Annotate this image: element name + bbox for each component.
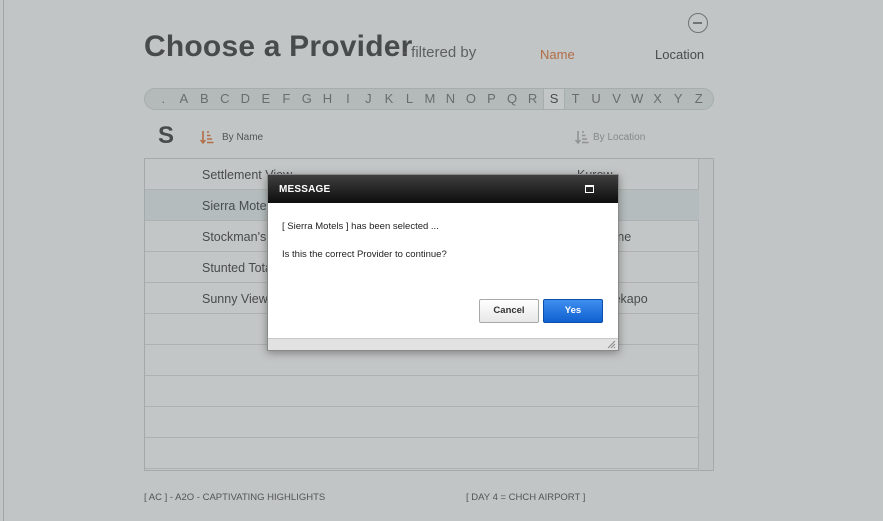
cancel-button[interactable]: Cancel	[479, 299, 539, 323]
dialog-title: MESSAGE	[279, 184, 331, 195]
maximize-icon[interactable]	[585, 185, 594, 193]
dialog-footer	[268, 338, 618, 350]
dialog-header[interactable]: MESSAGE	[268, 175, 618, 203]
message-dialog: MESSAGE [ Sierra Motels ] has been selec…	[267, 174, 619, 351]
yes-button[interactable]: Yes	[543, 299, 603, 323]
dialog-message: [ Sierra Motels ] has been selected ...	[282, 221, 439, 232]
resize-grip-icon[interactable]	[607, 340, 616, 349]
dialog-question: Is this the correct Provider to continue…	[282, 249, 447, 260]
